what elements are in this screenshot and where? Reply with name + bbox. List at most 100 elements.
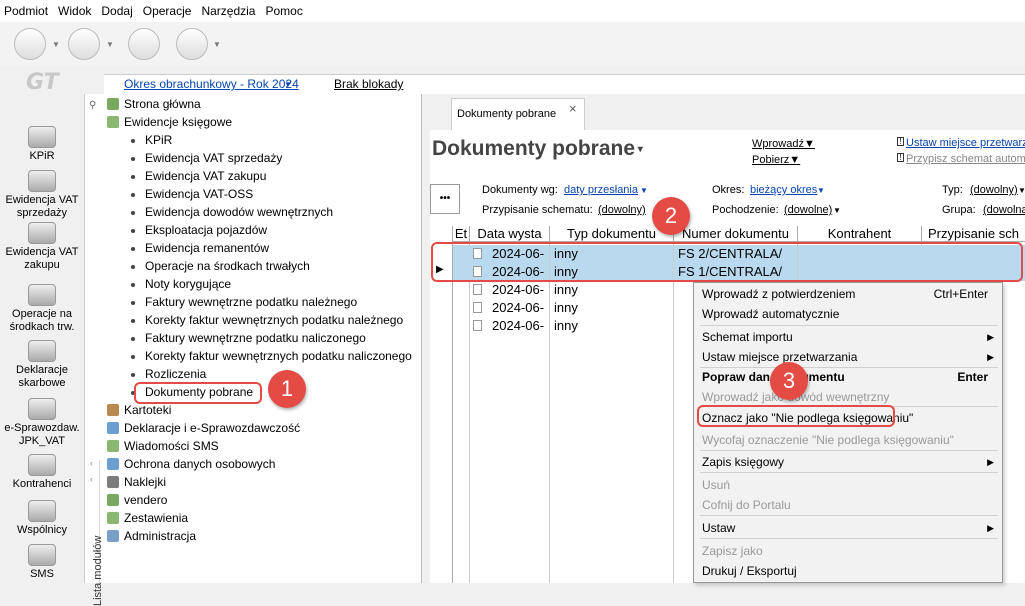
pobierz-menu[interactable]: Pobierz▼	[752, 154, 800, 166]
ctx-schemat-importu[interactable]: Schemat importu	[702, 330, 793, 344]
chevron-down-icon[interactable]: ▼	[640, 186, 648, 195]
filter-typ-value[interactable]: (dowolny)	[970, 184, 1018, 196]
ctx-ustaw[interactable]: Ustaw	[702, 521, 735, 535]
filter-poch-value[interactable]: (dowolne)	[784, 204, 832, 216]
tree-item-child[interactable]: Ewidencja remanentów	[131, 240, 269, 256]
more-options-button[interactable]: •••	[430, 184, 460, 214]
jpk-icon	[28, 398, 56, 420]
tree-item-strona[interactable]: Strona główna	[107, 96, 201, 112]
menu-podmiot[interactable]: Podmiot	[4, 4, 48, 18]
ctx-wprowadz-auto[interactable]: Wprowadź automatycznie	[702, 307, 839, 321]
tree-item-child[interactable]: Ewidencja dowodów wewnętrznych	[131, 204, 333, 220]
ctx-zapis-ksiegowy[interactable]: Zapis księgowy	[702, 455, 784, 469]
tree-item-child[interactable]: Ewidencja VAT zakupu	[131, 168, 266, 184]
tree-label: Eksploatacja pojazdów	[145, 223, 268, 237]
wprowadz-menu[interactable]: Wprowadź▼	[752, 138, 815, 150]
chevron-down-icon[interactable]: ▼	[52, 40, 60, 49]
context-menu: Wprowadź z potwierdzeniem Ctrl+Enter Wpro…	[693, 282, 1003, 583]
ledger-icon	[107, 116, 119, 128]
tree-item-module[interactable]: Ochrona danych osobowych	[107, 456, 275, 472]
sms-icon	[107, 440, 119, 452]
filter-dok-value[interactable]: daty przesłania	[564, 184, 638, 196]
tree-item-module[interactable]: Zestawienia	[107, 510, 188, 526]
people-icon	[28, 500, 56, 522]
book-icon	[28, 126, 56, 148]
col-kontrahent[interactable]: Kontrahent	[798, 226, 922, 242]
declaration-icon	[107, 422, 119, 434]
filter-okres-value[interactable]: bieżący okres	[750, 184, 817, 196]
nav-srodki-trwale[interactable]: Operacje na środkach trw.	[0, 284, 84, 334]
chevron-down-icon[interactable]: ▼	[106, 40, 114, 49]
cell-date: 2024-06-	[492, 318, 545, 333]
collapse-icon[interactable]: ‹	[90, 474, 93, 484]
filter-poch-label: Pochodzenie:	[712, 204, 779, 216]
wprowadz-label: Wprowadź	[752, 138, 804, 150]
ctx-ustaw-miejsce[interactable]: Ustaw miejsce przetwarzania	[702, 350, 857, 364]
menu-dodaj[interactable]: Dodaj	[101, 4, 132, 18]
chevron-right-icon: ▶	[987, 523, 994, 533]
tree-item-module[interactable]: vendero	[107, 492, 167, 508]
tree-item-child[interactable]: Ewidencja VAT-OSS	[131, 186, 253, 202]
step-badge-2: 2	[652, 197, 690, 235]
tree-item-child[interactable]: KPiR	[131, 132, 172, 148]
nav-vat-sprzedazy[interactable]: Ewidencja VAT sprzedaży	[0, 170, 84, 220]
tree-label: Korekty faktur wewnętrznych podatku nale…	[145, 313, 404, 327]
page-title[interactable]: Dokumenty pobrane ▾	[432, 137, 643, 161]
menu-pomoc[interactable]: Pomoc	[265, 4, 302, 18]
col-numer[interactable]: Numer dokumentu	[674, 226, 798, 242]
nav-jpk-vat[interactable]: e-Sprawozdaw. JPK_VAT	[0, 398, 84, 448]
nav-sms[interactable]: SMS	[0, 544, 84, 581]
chevron-down-icon[interactable]: ▼	[213, 40, 221, 49]
tree-item-module[interactable]: Kartoteki	[107, 402, 171, 418]
nav-kontrahenci[interactable]: Kontrahenci	[0, 454, 84, 491]
nav-vat-zakupu[interactable]: Ewidencja VAT zakupu	[0, 222, 84, 272]
forward-icon[interactable]	[68, 28, 100, 60]
close-icon[interactable]: ×	[569, 101, 577, 116]
ctx-wprowadz-potw[interactable]: Wprowadź z potwierdzeniem	[702, 287, 855, 301]
collapse-icon[interactable]: ‹	[90, 458, 93, 468]
tree-label: Faktury wewnętrzne podatku należnego	[145, 295, 358, 309]
filter-przyp-value[interactable]: (dowolny)	[598, 204, 646, 216]
tree-item-module[interactable]: Administracja	[107, 528, 196, 544]
tree-item-module[interactable]: Wiadomości SMS	[107, 438, 219, 454]
col-et[interactable]: Et	[453, 226, 470, 242]
menu-operacje[interactable]: Operacje	[143, 4, 192, 18]
pin-icon[interactable]	[128, 28, 160, 60]
chevron-down-icon[interactable]: ▼	[1018, 186, 1025, 195]
ctx-drukuj[interactable]: Drukuj / Eksportuj	[702, 564, 797, 578]
nav-deklaracje[interactable]: Deklaracje skarbowe	[0, 340, 84, 390]
chevron-down-icon[interactable]: ▼	[833, 206, 841, 215]
tree-item-child[interactable]: Faktury wewnętrzne podatku naliczonego	[131, 330, 366, 346]
nav-kpir[interactable]: KPiR	[0, 126, 84, 163]
tree-item-module[interactable]: Naklejki	[107, 474, 166, 490]
col-data[interactable]: Data wysta	[470, 226, 550, 242]
tree-item-child[interactable]: Rozliczenia	[131, 366, 206, 382]
chevron-down-icon[interactable]: ▼	[817, 186, 825, 195]
tree-item-child[interactable]: Korekty faktur wewnętrznych podatku nali…	[131, 348, 412, 364]
tree-item-child[interactable]: Noty korygujące	[131, 276, 231, 292]
filter-grupa-value[interactable]: (dowolna	[983, 204, 1025, 216]
przypisz-link[interactable]: Przypisz schemat automa	[906, 153, 1025, 165]
tree-item-child[interactable]: Eksploatacja pojazdów	[131, 222, 267, 238]
period-link[interactable]: Okres obrachunkowy - Rok 2024	[124, 77, 299, 91]
tab-dokumenty-pobrane[interactable]: Dokumenty pobrane ×	[451, 98, 585, 130]
menu-widok[interactable]: Widok	[58, 4, 91, 18]
tree-item-child[interactable]: Korekty faktur wewnętrznych podatku nale…	[131, 312, 403, 328]
pin-icon[interactable]: ⚲	[89, 100, 96, 111]
back-icon[interactable]	[14, 28, 46, 60]
lock-status[interactable]: Brak blokady	[334, 77, 403, 91]
chevron-down-icon[interactable]: ▼	[284, 80, 292, 89]
ustaw-link[interactable]: Ustaw miejsce przetwarz	[906, 137, 1025, 149]
tree-item-module[interactable]: Deklaracje i e-Sprawozdawczość	[107, 420, 300, 436]
help-icon[interactable]	[176, 28, 208, 60]
nav-wspolnicy[interactable]: Wspólnicy	[0, 500, 84, 537]
tree-item-child[interactable]: Faktury wewnętrzne podatku należnego	[131, 294, 357, 310]
menu-narzedzia[interactable]: Narzędzia	[201, 4, 255, 18]
tree-label: Wiadomości SMS	[124, 439, 219, 453]
tree-item-child[interactable]: Operacje na środkach trwałych	[131, 258, 310, 274]
tree-item-child[interactable]: Ewidencja VAT sprzedaży	[131, 150, 282, 166]
tree-item-ewidencje[interactable]: Ewidencje księgowe	[107, 114, 232, 130]
cell-type: inny	[550, 281, 674, 299]
col-typ[interactable]: Typ dokumentu	[550, 226, 674, 242]
col-przypisanie[interactable]: Przypisanie sch	[922, 226, 1025, 242]
